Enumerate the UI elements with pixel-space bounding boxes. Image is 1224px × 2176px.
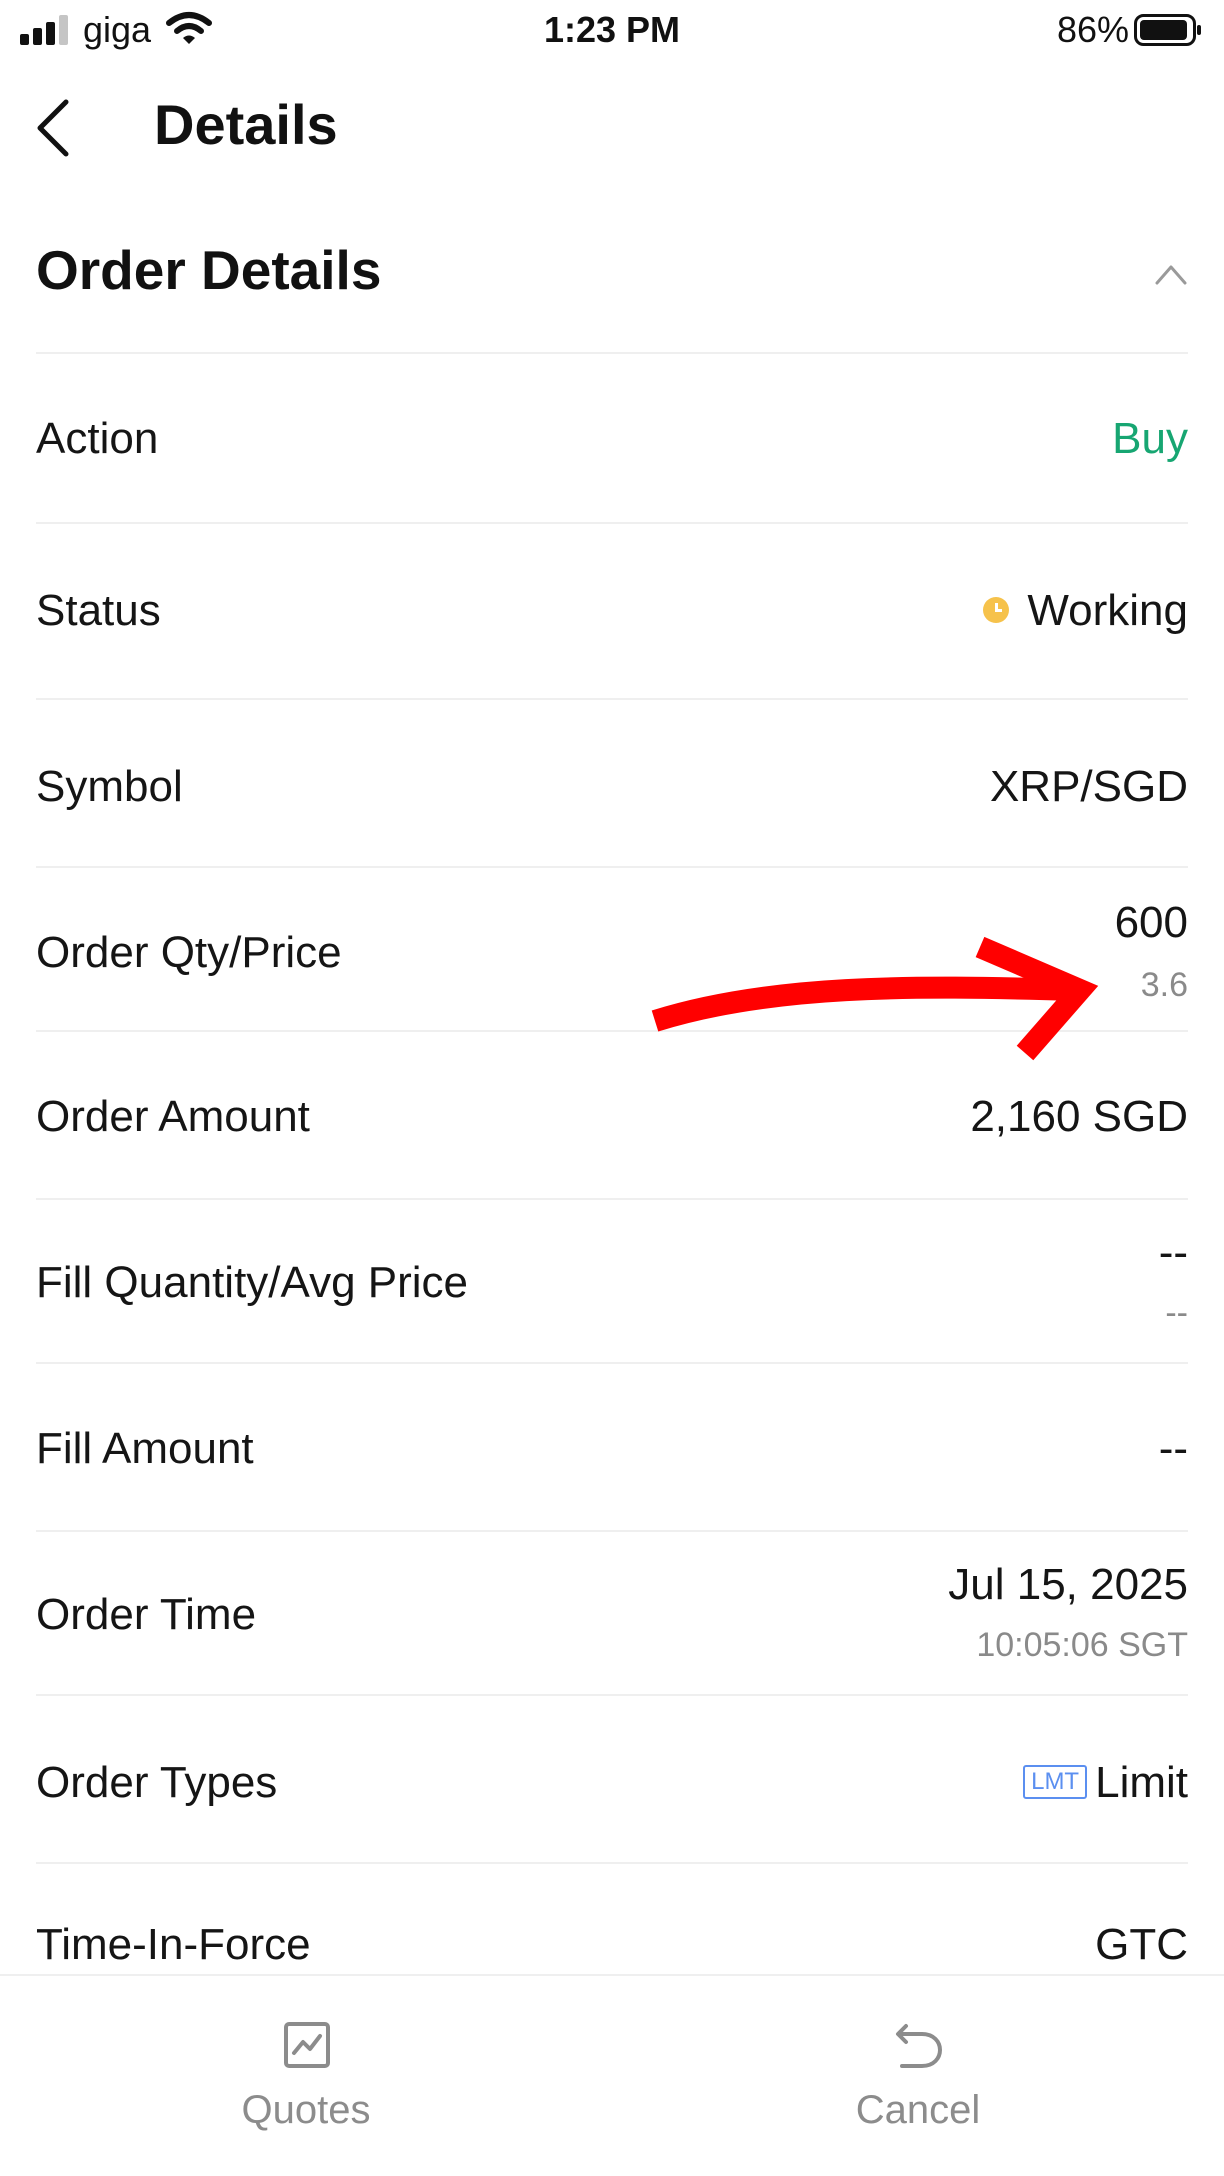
row-label: Time-In-Force: [36, 1920, 311, 1969]
order-type-badge: LMT: [1023, 1765, 1088, 1800]
page-title: Details: [154, 93, 338, 156]
cancel-button[interactable]: Cancel: [718, 1976, 1118, 2176]
order-qty-value: 600: [1114, 898, 1188, 947]
row-action: Action Buy: [36, 356, 1188, 524]
chart-icon: [284, 2022, 330, 2068]
row-label: Symbol: [36, 762, 183, 811]
cancel-label: Cancel: [855, 2088, 981, 2132]
symbol-value: XRP/SGD: [989, 762, 1188, 811]
battery-icon: [1134, 14, 1201, 46]
order-details-header[interactable]: Order Details: [36, 200, 1188, 354]
fill-price-value: --: [1165, 1294, 1188, 1332]
row-fill-qty-price: Fill Quantity/Avg Price -- --: [36, 1200, 1188, 1364]
fill-qty-value: --: [1158, 1228, 1188, 1277]
status-value: Working: [1027, 586, 1188, 635]
row-label: Order Amount: [36, 1092, 310, 1141]
clock-icon: [983, 597, 1010, 624]
row-order-time: Order Time Jul 15, 2025 10:05:06 SGT: [36, 1532, 1188, 1696]
quotes-label: Quotes: [241, 2088, 371, 2132]
row-fill-amount: Fill Amount --: [36, 1364, 1188, 1532]
row-label: Order Types: [36, 1758, 278, 1807]
annotation-arrow-icon: [651, 936, 1099, 1061]
tif-value: GTC: [1095, 1920, 1188, 1969]
row-symbol: Symbol XRP/SGD: [36, 700, 1188, 868]
status-value-group: Working: [983, 586, 1188, 636]
order-date-value: Jul 15, 2025: [948, 1560, 1188, 1609]
order-time-value: 10:05:06 SGT: [976, 1626, 1188, 1664]
row-label: Fill Quantity/Avg Price: [36, 1258, 469, 1307]
fill-amount-value: --: [1158, 1424, 1188, 1473]
order-type-value-group: LMT Limit: [1023, 1758, 1188, 1808]
bottom-action-bar: Quotes Cancel: [0, 1974, 1224, 2176]
row-time-in-force: Time-In-Force GTC: [36, 1864, 1188, 1974]
action-value: Buy: [1112, 414, 1188, 463]
clock: 1:23 PM: [543, 9, 681, 50]
order-amount-value: 2,160 SGD: [970, 1092, 1188, 1141]
row-label: Fill Amount: [36, 1424, 254, 1473]
row-status: Status Working: [36, 524, 1188, 700]
battery-percent: 86%: [1056, 9, 1129, 50]
row-label: Action: [36, 414, 159, 463]
row-order-types: Order Types LMT Limit: [36, 1696, 1188, 1864]
order-type-value: Limit: [1095, 1758, 1188, 1807]
status-bar: giga 1:23 PM 86%: [0, 0, 1224, 62]
row-label: Order Time: [36, 1590, 257, 1639]
nav-bar: Details: [0, 62, 1224, 192]
section-title: Order Details: [36, 239, 382, 301]
order-price-value: 3.6: [1140, 966, 1188, 1004]
row-label: Order Qty/Price: [36, 928, 342, 977]
row-label: Status: [36, 586, 161, 635]
chevron-up-icon[interactable]: [1154, 262, 1188, 286]
chevron-left-icon[interactable]: [32, 98, 76, 158]
quotes-button[interactable]: Quotes: [106, 1976, 506, 2176]
undo-icon: [896, 2024, 943, 2068]
